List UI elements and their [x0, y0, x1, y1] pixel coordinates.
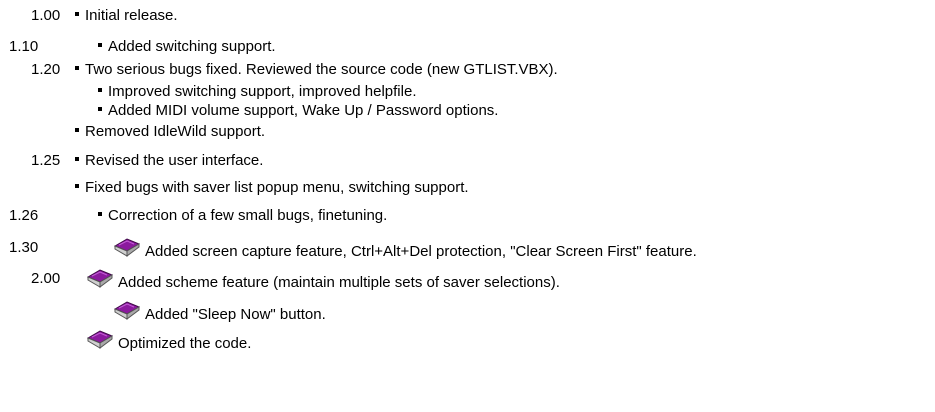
history-item-text: Revised the user interface. [85, 152, 264, 169]
history-item: Added MIDI volume support, Wake Up / Pas… [98, 102, 498, 120]
bullet-icon [75, 12, 79, 17]
history-item-text: Correction of a few small bugs, finetuni… [108, 207, 388, 224]
bullet-icon [98, 212, 102, 217]
version-label: 1.26 [9, 207, 39, 224]
history-item-text: Added MIDI volume support, Wake Up / Pas… [108, 102, 499, 119]
history-item-text: Added "Sleep Now" button. [145, 306, 326, 323]
history-item: Added scheme feature (maintain multiple … [86, 267, 560, 292]
history-item: Added screen capture feature, Ctrl+Alt+D… [113, 236, 697, 261]
book-icon [113, 236, 141, 258]
history-item-text: Initial release. [85, 7, 178, 24]
history-item: Fixed bugs with saver list popup menu, s… [75, 179, 469, 197]
version-label: 1.10 [9, 38, 39, 55]
version-label: 1.25 [31, 152, 61, 169]
book-icon [86, 328, 114, 350]
bullet-icon [98, 43, 102, 48]
book-icon [113, 299, 141, 321]
history-item: Revised the user interface. [75, 152, 263, 170]
history-item: Added switching support. [98, 38, 276, 56]
history-item: Optimized the code. [86, 328, 252, 353]
version-label: 1.20 [31, 61, 61, 78]
history-item-text: Two serious bugs fixed. Reviewed the sou… [85, 61, 558, 78]
bullet-icon [75, 66, 79, 71]
bullet-icon [98, 107, 102, 112]
history-item-text: Added screen capture feature, Ctrl+Alt+D… [145, 243, 697, 260]
history-item: Added "Sleep Now" button. [113, 299, 326, 324]
book-icon [86, 267, 114, 289]
history-item-text: Improved switching support, improved hel… [108, 83, 417, 100]
history-item-text: Fixed bugs with saver list popup menu, s… [85, 179, 469, 196]
history-item-text: Added scheme feature (maintain multiple … [118, 274, 560, 291]
version-label: 2.00 [31, 270, 61, 287]
bullet-icon [75, 128, 79, 133]
version-label: 1.00 [31, 7, 61, 24]
history-item: Initial release. [75, 7, 178, 25]
history-item: Improved switching support, improved hel… [98, 83, 416, 101]
history-item-text: Removed IdleWild support. [85, 123, 266, 140]
history-item: Two serious bugs fixed. Reviewed the sou… [75, 61, 558, 79]
history-item: Removed IdleWild support. [75, 123, 265, 141]
version-label: 1.30 [9, 239, 39, 256]
bullet-icon [75, 157, 79, 162]
history-item-text: Added switching support. [108, 38, 276, 55]
history-item: Correction of a few small bugs, finetuni… [98, 207, 387, 225]
bullet-icon [75, 184, 79, 189]
bullet-icon [98, 88, 102, 93]
history-item-text: Optimized the code. [118, 335, 252, 352]
